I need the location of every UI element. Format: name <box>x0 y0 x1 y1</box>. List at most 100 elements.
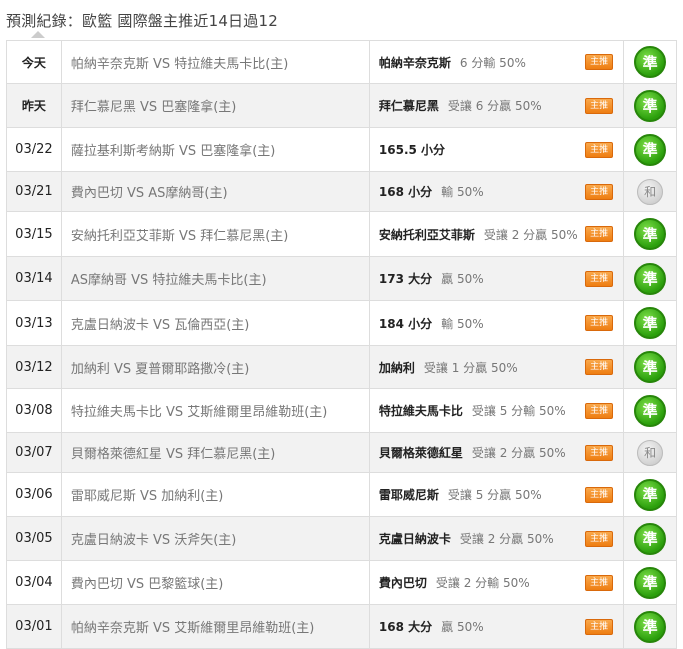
row-result: 準 <box>624 605 676 648</box>
table-row: 昨天 拜仁慕尼黑 VS 巴塞隆拿(主) 拜仁慕尼黑 受讓 6 分贏 50% 主推 準 <box>6 84 677 128</box>
row-result: 準 <box>624 301 676 345</box>
row-match[interactable]: 克盧日納波卡 VS 沃斧矢(主) <box>62 517 370 560</box>
pick-team: 雷耶威尼斯 <box>378 488 439 502</box>
row-match[interactable]: 費內巴切 VS 巴黎籃球(主) <box>62 561 370 604</box>
row-match[interactable]: 帕納辛奈克斯 VS 特拉維夫馬卡比(主) <box>62 41 370 83</box>
pick-note: 受讓 2 分贏 50% <box>483 227 578 242</box>
row-result: 準 <box>624 561 676 604</box>
result-win-badge: 準 <box>634 522 667 555</box>
row-date: 03/05 <box>7 517 62 560</box>
pick-team: 安納托利亞艾菲斯 <box>378 227 475 242</box>
pick-team: 克盧日納波卡 <box>378 532 451 546</box>
row-date: 03/12 <box>7 346 62 388</box>
row-result: 準 <box>624 41 676 83</box>
row-pick: 拜仁慕尼黑 受讓 6 分贏 50% 主推 <box>370 84 625 127</box>
row-pick: 加納利 受讓 1 分贏 50% 主推 <box>370 346 625 388</box>
row-date: 03/15 <box>7 212 62 256</box>
table-row: 03/05 克盧日納波卡 VS 沃斧矢(主) 克盧日納波卡 受讓 2 分贏 50% 主推… <box>6 517 677 561</box>
row-date: 03/06 <box>7 473 62 516</box>
records-table: 今天 帕納辛奈克斯 VS 特拉維夫馬卡比(主) 帕納辛奈克斯 6 分輸 50% 主推準昨… <box>6 40 677 649</box>
row-result: 準 <box>624 517 676 560</box>
row-pick: 雷耶威尼斯 受讓 5 分贏 50% 主推 <box>370 473 625 516</box>
row-match[interactable]: 貝爾格萊德紅星 VS 拜仁慕尼黑(主) <box>62 433 370 472</box>
pick-note: 受讓 5 分輸 50% <box>471 404 566 418</box>
page-title: 預測紀錄：歐籃 國際盤主推近14日過12 <box>6 12 278 30</box>
result-win-badge: 準 <box>634 46 667 78</box>
row-date: 03/07 <box>7 433 62 472</box>
row-result: 和 <box>624 433 676 472</box>
pick-note: 6 分輸 50% <box>459 55 526 70</box>
recommend-badge: 主推 <box>585 444 614 461</box>
pick-team: 168 大分 <box>378 620 433 634</box>
row-pick: 特拉維夫馬卡比 受讓 5 分輸 50% 主推 <box>370 389 625 432</box>
table-row: 03/01 帕納辛奈克斯 VS 艾斯維爾里昂維勒班(主) 168 大分贏 50% 主推… <box>6 605 677 649</box>
table-row: 今天 帕納辛奈克斯 VS 特拉維夫馬卡比(主) 帕納辛奈克斯 6 分輸 50% 主推 準 <box>6 40 677 84</box>
table-row: 03/15 安納托利亞艾菲斯 VS 拜仁慕尼黑(主) 安納托利亞艾菲斯 受讓 2 分贏… <box>6 212 677 257</box>
row-match[interactable]: 拜仁慕尼黑 VS 巴塞隆拿(主) <box>62 84 370 127</box>
row-match[interactable]: 安納托利亞艾菲斯 VS 拜仁慕尼黑(主) <box>62 212 370 256</box>
table-row: 03/14 AS摩納哥 VS 特拉維夫馬卡比(主) 173 大分贏 50% 主推 準 <box>6 257 677 301</box>
row-result: 準 <box>624 84 676 127</box>
recommend-badge: 主推 <box>585 402 614 419</box>
result-win-badge: 準 <box>634 566 667 599</box>
table-row: 03/12 加納利 VS 夏普爾耶路撒冷(主) 加納利 受讓 1 分贏 50% 主推 準 <box>6 346 677 389</box>
row-result: 準 <box>624 346 676 388</box>
table-row: 03/07 貝爾格萊德紅星 VS 拜仁慕尼黑(主) 貝爾格萊德紅星 受讓 2 分贏 5… <box>6 433 677 473</box>
pick-team: 168 小分 <box>378 185 433 199</box>
recommend-badge: 主推 <box>585 618 614 635</box>
recommend-badge: 主推 <box>585 54 614 70</box>
recommend-badge: 主推 <box>585 183 614 200</box>
table-row: 03/06 雷耶威尼斯 VS 加納利(主) 雷耶威尼斯 受讓 5 分贏 50% 主推 準 <box>6 473 677 517</box>
row-match[interactable]: 雷耶威尼斯 VS 加納利(主) <box>62 473 370 516</box>
row-date: 03/22 <box>7 128 62 171</box>
pick-note: 輸 50% <box>441 316 484 331</box>
recommend-badge: 主推 <box>585 226 614 242</box>
row-pick: 帕納辛奈克斯 6 分輸 50% 主推 <box>370 41 625 83</box>
pick-team: 費內巴切 <box>378 576 427 590</box>
pick-team: 加納利 <box>378 360 415 375</box>
row-match[interactable]: 帕納辛奈克斯 VS 艾斯維爾里昂維勒班(主) <box>62 605 370 648</box>
row-result: 準 <box>624 128 676 171</box>
table-row: 03/21 費內巴切 VS AS摩納哥(主) 168 小分輸 50% 主推 和 <box>6 172 677 212</box>
pick-note: 受讓 2 分贏 50% <box>459 532 554 546</box>
result-win-badge: 準 <box>634 262 667 295</box>
recommend-badge: 主推 <box>585 97 614 114</box>
row-pick: 費內巴切 受讓 2 分輸 50% 主推 <box>370 561 625 604</box>
row-match[interactable]: 克盧日納波卡 VS 瓦倫西亞(主) <box>62 301 370 345</box>
row-pick: 安納托利亞艾菲斯 受讓 2 分贏 50% 主推 <box>370 212 625 256</box>
result-win-badge: 準 <box>634 478 667 511</box>
row-pick: 168 小分輸 50% 主推 <box>370 172 625 211</box>
recommend-badge: 主推 <box>585 270 614 287</box>
row-date: 03/04 <box>7 561 62 604</box>
pick-team: 拜仁慕尼黑 <box>378 99 439 113</box>
row-match[interactable]: 特拉維夫馬卡比 VS 艾斯維爾里昂維勒班(主) <box>62 389 370 432</box>
row-match[interactable]: 費內巴切 VS AS摩納哥(主) <box>62 172 370 211</box>
table-row: 03/22 薩拉基利斯考納斯 VS 巴塞隆拿(主) 165.5 小分 主推 準 <box>6 128 677 172</box>
result-tie-badge: 和 <box>637 439 664 466</box>
result-win-badge: 準 <box>634 89 667 122</box>
pick-team: 貝爾格萊德紅星 <box>378 446 463 460</box>
table-row: 03/13 克盧日納波卡 VS 瓦倫西亞(主) 184 小分輸 50% 主推 準 <box>6 301 677 346</box>
recommend-badge: 主推 <box>585 359 614 375</box>
result-win-badge: 準 <box>634 218 667 250</box>
row-result: 準 <box>624 389 676 432</box>
row-date: 03/13 <box>7 301 62 345</box>
recommend-badge: 主推 <box>585 486 614 503</box>
row-pick: 173 大分贏 50% 主推 <box>370 257 625 300</box>
row-date: 03/14 <box>7 257 62 300</box>
row-result: 準 <box>624 473 676 516</box>
row-match[interactable]: 加納利 VS 夏普爾耶路撒冷(主) <box>62 346 370 388</box>
row-match[interactable]: AS摩納哥 VS 特拉維夫馬卡比(主) <box>62 257 370 300</box>
result-win-badge: 準 <box>634 133 667 166</box>
row-pick: 165.5 小分 主推 <box>370 128 625 171</box>
row-match[interactable]: 薩拉基利斯考納斯 VS 巴塞隆拿(主) <box>62 128 370 171</box>
row-pick: 克盧日納波卡 受讓 2 分贏 50% 主推 <box>370 517 625 560</box>
row-date: 03/21 <box>7 172 62 211</box>
pick-team: 特拉維夫馬卡比 <box>378 404 463 418</box>
pick-team: 173 大分 <box>378 272 433 286</box>
pick-note: 贏 50% <box>441 272 484 286</box>
recommend-badge: 主推 <box>585 574 614 591</box>
pick-note: 受讓 2 分贏 50% <box>471 446 566 460</box>
recommend-badge: 主推 <box>585 530 614 547</box>
row-result: 準 <box>624 257 676 300</box>
